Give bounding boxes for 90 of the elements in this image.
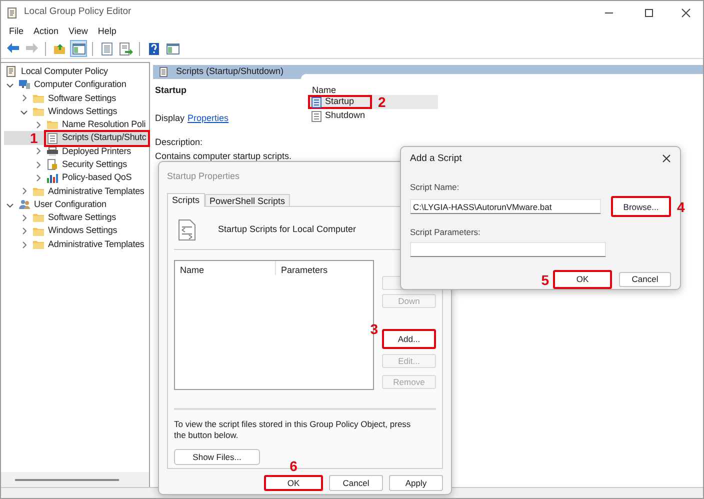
back-arrow-icon: [6, 42, 20, 56]
menu-item[interactable]: Help: [94, 24, 120, 38]
menu-item[interactable]: View: [64, 24, 92, 38]
folder-icon: [33, 186, 44, 197]
tree-item[interactable]: Administrative Templates: [4, 238, 149, 252]
dialog-title: Startup Properties: [167, 170, 240, 184]
collapse-chevron-icon[interactable]: [20, 108, 28, 116]
field-label: Script Name:: [410, 180, 460, 194]
scripts-icon: [47, 132, 58, 144]
horizontal-scrollbar[interactable]: [1, 472, 149, 487]
tree-item[interactable]: Policy-based QoS: [4, 171, 149, 185]
list-item[interactable]: Startup 2: [308, 95, 438, 109]
tree-item[interactable]: Windows Settings: [4, 224, 149, 238]
dialog-button[interactable]: OK: [264, 475, 323, 491]
tree-item[interactable]: Windows Settings: [4, 104, 149, 118]
step-number: 6: [290, 459, 298, 473]
dialog-heading: Startup Scripts for Local Computer: [218, 223, 356, 236]
help-icon: [146, 42, 160, 56]
step-number: 2: [378, 95, 386, 109]
scripts-icon: [311, 96, 322, 108]
forward-arrow-icon: [24, 42, 38, 56]
computer-icon: [19, 79, 30, 90]
show-files-button[interactable]: Show Files...: [174, 449, 260, 465]
folder-icon: [33, 226, 44, 237]
folder-icon: [47, 119, 58, 130]
scripts-icon: [159, 67, 168, 77]
menu-item[interactable]: File: [5, 24, 28, 38]
tree-item[interactable]: Local Computer Policy: [4, 65, 149, 78]
dialog-title: Add a Script: [410, 152, 462, 166]
expand-chevron-icon[interactable]: [20, 94, 28, 102]
folder-icon: [33, 106, 44, 118]
step-number: 5: [541, 272, 549, 286]
tab[interactable]: PowerShell Scripts: [204, 194, 290, 206]
tree-item[interactable]: Deployed Printers: [4, 144, 149, 158]
script-name-field[interactable]: C:\LYGIA-HASS\AutorunVMware.bat: [410, 199, 601, 214]
policy-document-icon: [6, 66, 17, 78]
list-item[interactable]: Shutdown: [308, 109, 438, 123]
expand-chevron-icon[interactable]: [34, 120, 42, 129]
toolbar-button[interactable]: [70, 40, 87, 57]
step-number: 1: [30, 131, 38, 146]
browse-button[interactable]: Browse...: [611, 196, 671, 218]
folder-icon: [33, 212, 44, 224]
bar-chart-icon: [47, 172, 58, 184]
field-label: Script Parameters:: [410, 226, 482, 240]
tree-item[interactable]: Computer Configuration: [4, 78, 149, 92]
menu-item[interactable]: Action: [30, 24, 63, 38]
properties-link[interactable]: Properties: [188, 112, 229, 125]
collapse-chevron-icon[interactable]: [6, 80, 14, 89]
column-header: Name: [311, 84, 338, 95]
column-header: Parameters: [280, 264, 328, 277]
dialog-button[interactable]: OK: [553, 270, 612, 289]
pane-icon: [72, 42, 86, 56]
dialog-button[interactable]: Cancel: [619, 272, 671, 287]
tab[interactable]: Scripts: [167, 193, 205, 207]
export-icon: [118, 42, 132, 56]
panel-title: Scripts (Startup/Shutdown): [176, 65, 284, 78]
folder-icon: [33, 92, 44, 104]
tree-item[interactable]: Software Settings: [4, 211, 149, 225]
column-header: Name: [175, 261, 276, 275]
dialog-button[interactable]: Apply: [389, 475, 443, 491]
script-file-icon: [178, 219, 196, 241]
app-icon: [7, 6, 18, 18]
tree-item[interactable]: Administrative Templates: [4, 184, 149, 198]
user-icon: [19, 199, 30, 210]
display-label: Display: [155, 112, 185, 125]
folder-up-icon: [52, 42, 66, 56]
toolbar-button[interactable]: [117, 40, 134, 57]
script-parameters-field[interactable]: [410, 242, 606, 257]
collapse-chevron-icon[interactable]: [6, 200, 14, 209]
dialog-button[interactable]: Cancel: [329, 475, 383, 491]
info-text: To view the script files stored in this Group Policy Object, press the button below.: [174, 419, 412, 441]
tree-item[interactable]: User Configuration: [4, 198, 149, 212]
folder-icon: [33, 239, 44, 250]
push-button[interactable]: Add...: [382, 329, 436, 349]
list-icon: [100, 42, 114, 56]
tree-item[interactable]: Name Resolution Poli: [4, 118, 149, 132]
scripts-icon: [311, 110, 322, 122]
window-title: Local Group Policy Editor: [24, 5, 132, 20]
section-heading: Startup: [155, 84, 188, 97]
maximize-icon[interactable]: [644, 8, 654, 18]
close-icon[interactable]: [662, 154, 671, 164]
close-icon[interactable]: [681, 8, 691, 18]
description-text: Contains computer startup scripts.: [155, 150, 293, 163]
printer-icon: [47, 146, 58, 157]
description-label: Description:: [155, 136, 204, 149]
tree-item[interactable]: Security Settings: [4, 158, 149, 172]
lock-document-icon: [47, 159, 58, 170]
step-number: 4: [677, 200, 685, 214]
pane-icon: [166, 42, 180, 56]
tree-item[interactable]: Software Settings: [4, 92, 149, 105]
